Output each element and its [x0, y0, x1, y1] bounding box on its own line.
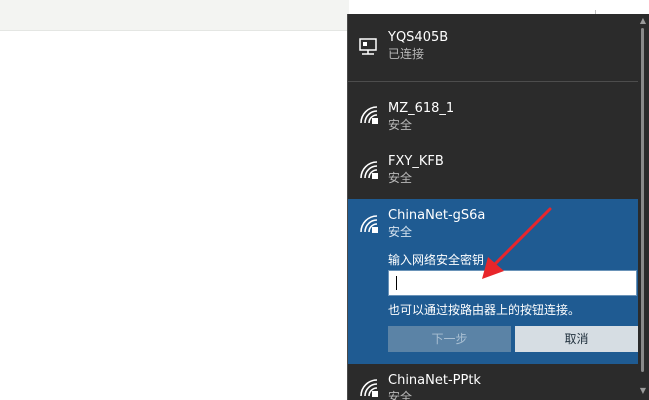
network-name: FXY_KFB [388, 154, 444, 169]
wifi-secure-icon [360, 106, 378, 124]
network-status: 安全 [388, 171, 413, 185]
wifi-secure-icon [360, 379, 378, 397]
network-status: 已连接 [388, 47, 425, 61]
security-key-label: 输入网络安全密钥 [388, 253, 485, 267]
divider [348, 81, 638, 82]
wifi-secure-icon [360, 215, 378, 233]
network-status: 安全 [388, 118, 413, 132]
ethernet-icon [359, 38, 377, 55]
desktop-screen: YQS405B 已连接 MZ_618_1 安全 FXY_KFB 安全 China… [0, 0, 649, 400]
wps-hint-text: 也可以通过按路由器上的按钮连接。 [388, 303, 581, 317]
security-key-input[interactable] [388, 270, 637, 296]
scroll-up-icon[interactable]: ▲ [638, 16, 648, 26]
network-status: 安全 [388, 225, 413, 239]
wifi-secure-icon [360, 161, 378, 179]
network-name: ChinaNet-gS6a [388, 208, 486, 223]
scroll-down-icon[interactable]: ▼ [638, 386, 648, 396]
network-item-chinanet-gs6a-expanded[interactable]: ChinaNet-gS6a 安全 输入网络安全密钥 也可以通过按路由器上的按钮连… [348, 199, 638, 364]
network-item-fxy-kfb[interactable]: FXY_KFB 安全 [348, 143, 638, 199]
cancel-button[interactable]: 取消 [515, 326, 638, 352]
scroll-thumb[interactable] [641, 28, 644, 372]
network-name: YQS405B [388, 30, 449, 45]
network-item-chinanet-pptk[interactable]: ChinaNet-PPtk 安全 [348, 364, 638, 400]
next-button[interactable]: 下一步 [388, 326, 511, 352]
network-flyout: YQS405B 已连接 MZ_618_1 安全 FXY_KFB 安全 China… [347, 14, 649, 400]
network-item-yqs405b[interactable]: YQS405B 已连接 [348, 14, 638, 81]
network-name: MZ_618_1 [388, 101, 455, 116]
text-caret [396, 276, 397, 290]
network-status: 安全 [388, 390, 413, 400]
network-name: ChinaNet-PPtk [388, 373, 481, 388]
flyout-scrollbar[interactable]: ▲ ▼ [637, 14, 649, 400]
background-window-toolbar [0, 0, 349, 31]
network-item-mz-618-1[interactable]: MZ_618_1 安全 [348, 87, 638, 143]
